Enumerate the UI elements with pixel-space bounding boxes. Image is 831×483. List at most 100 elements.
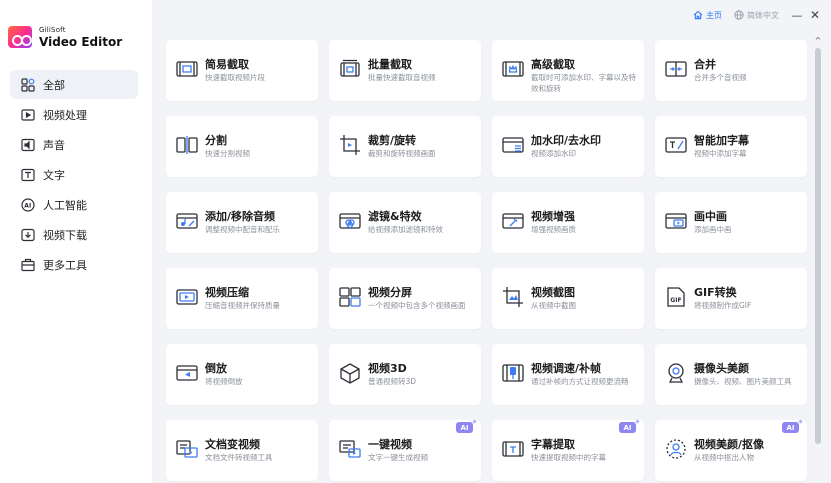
ai-badge: AI [619, 422, 636, 433]
card-desc: 添加画中画 [694, 225, 732, 234]
card-title: 视频美颜/抠像 [694, 438, 765, 451]
sidebar-item-label: 人工智能 [43, 198, 87, 212]
card-title: 分割 [205, 134, 227, 147]
tool-card-webcam-beauty[interactable]: 摄像头美颜 摄像头、视频、图片美颜工具 [655, 344, 807, 405]
scrollbar-thumb[interactable] [815, 48, 821, 444]
tool-card-audio[interactable]: 添加/移除音频 调整视频中配音和配乐 [166, 192, 318, 253]
split-screen-icon [338, 285, 362, 309]
tool-card-merge[interactable]: 合并 合并多个音视频 [655, 40, 807, 101]
card-title: 视频增强 [531, 210, 575, 223]
tool-card-split[interactable]: 分割 快速分割视频 [166, 116, 318, 177]
title-bar: 主页 简体中文 — ✕ [693, 6, 823, 24]
card-title: GIF转换 [694, 286, 737, 299]
tool-card-video-beauty-matting[interactable]: AI 视频美颜/抠像 从视频中抠出人物 [655, 420, 807, 481]
sidebar-item-label: 视频处理 [43, 108, 87, 122]
minimize-button[interactable]: — [789, 7, 805, 23]
text-to-video-icon [338, 437, 362, 461]
merge-icon [664, 57, 688, 81]
tool-card-screenshot[interactable]: 视频截图 从视频中截图 [492, 268, 644, 329]
ai-badge: AI [782, 422, 799, 433]
close-button[interactable]: ✕ [807, 7, 823, 23]
card-title: 视频截图 [531, 286, 575, 299]
text-icon [20, 167, 35, 182]
card-title: 文档变视频 [205, 438, 260, 451]
sidebar-item-label: 声音 [43, 138, 65, 152]
card-title: 合并 [694, 58, 716, 71]
tool-card-3d[interactable]: 视频3D 普通视频转3D [329, 344, 481, 405]
tool-card-smart-subtitles[interactable]: 智能加字幕 视频中添加字幕 [655, 116, 807, 177]
tool-card-pip[interactable]: 画中画 添加画中画 [655, 192, 807, 253]
sidebar-item-label: 全部 [43, 78, 65, 92]
tool-card-enhance[interactable]: 视频增强 增强视频画质 [492, 192, 644, 253]
sidebar-item-sound[interactable]: 声音 [10, 130, 138, 159]
audio-edit-icon [175, 209, 199, 233]
sidebar-item-video-processing[interactable]: 视频处理 [10, 100, 138, 129]
tool-card-one-click-video[interactable]: AI 一键视频 文字一键生成视频 [329, 420, 481, 481]
toolbox-icon [20, 257, 35, 272]
tool-card-speed[interactable]: 视频调速/补帧 通过补帧的方式让视频更流畅 [492, 344, 644, 405]
tool-card-crop-rotate[interactable]: 裁剪/旋转 裁剪和旋转视频画面 [329, 116, 481, 177]
tool-card-subtitle-extract[interactable]: AI 字幕提取 快速提取视频中的字幕 [492, 420, 644, 481]
reverse-icon [175, 361, 199, 385]
card-title: 摄像头美颜 [694, 362, 749, 375]
minimize-icon: — [791, 8, 803, 22]
tool-card-reverse[interactable]: 倒放 将视频倒放 [166, 344, 318, 405]
tool-card-simple-cut[interactable]: 简易截取 快速截取视频片段 [166, 40, 318, 101]
sidebar: GiliSoft Video Editor 全部 视频处理 声音 文字 AI 人… [0, 0, 152, 483]
card-title: 添加/移除音频 [205, 210, 276, 223]
language-selector[interactable]: 简体中文 [734, 10, 779, 21]
tool-card-compress[interactable]: 视频压缩 压缩音视频并保持质量 [166, 268, 318, 329]
card-desc: 压缩音视频并保持质量 [205, 301, 280, 310]
card-desc: 快速分割视频 [205, 149, 250, 158]
svg-text:AI: AI [24, 202, 31, 209]
card-desc: 合并多个音视频 [694, 73, 747, 82]
card-desc: 文档文件转视频工具 [205, 453, 273, 462]
sidebar-item-label: 更多工具 [43, 258, 87, 272]
download-icon [20, 227, 35, 242]
watermark-icon [501, 133, 525, 157]
split-icon [175, 133, 199, 157]
tool-card-doc-to-video[interactable]: 文档变视频 文档文件转视频工具 [166, 420, 318, 481]
card-desc: 普通视频转3D [368, 377, 417, 386]
speed-icon [501, 361, 525, 385]
ai-icon: AI [20, 197, 35, 212]
card-title: 倒放 [205, 362, 227, 375]
card-title: 视频调速/补帧 [531, 362, 602, 375]
sidebar-item-more-tools[interactable]: 更多工具 [10, 250, 138, 279]
card-title: 批量截取 [368, 58, 412, 71]
sidebar-item-label: 文字 [43, 168, 65, 182]
card-desc: 快速截取视频片段 [205, 73, 265, 82]
card-title: 高级截取 [531, 58, 575, 71]
video-play-icon [20, 107, 35, 122]
picture-in-picture-icon [664, 209, 688, 233]
home-link[interactable]: 主页 [693, 10, 722, 21]
globe-icon [734, 10, 744, 20]
tool-card-advanced-cut[interactable]: 高级截取 截取时可添加水印、字幕以及特效和旋转 [492, 40, 644, 101]
card-desc: 文字一键生成视频 [368, 453, 428, 462]
card-desc: 裁剪和旋转视频画面 [368, 149, 436, 158]
sidebar-item-download[interactable]: 视频下载 [10, 220, 138, 249]
tool-card-batch-cut[interactable]: 批量截取 批量快速截取音视频 [329, 40, 481, 101]
gif-icon: GIF [664, 285, 688, 309]
batch-film-icon [338, 57, 362, 81]
tool-card-gif[interactable]: GIF GIF转换 将视频制作成GIF [655, 268, 807, 329]
tool-card-filters-effects[interactable]: 滤镜&特效 给视频添加滤镜和特效 [329, 192, 481, 253]
tool-card-watermark[interactable]: 加水印/去水印 视频添加水印 [492, 116, 644, 177]
tool-card-split-screen[interactable]: 视频分屏 一个视频中包含多个视频画面 [329, 268, 481, 329]
card-desc: 视频中添加字幕 [694, 149, 747, 158]
card-title: 一键视频 [368, 438, 412, 451]
sidebar-nav: 全部 视频处理 声音 文字 AI 人工智能 视频下载 更多工具 [10, 70, 138, 280]
subtitle-extract-icon [501, 437, 525, 461]
vertical-scrollbar[interactable]: ^ [813, 36, 823, 483]
app-logo: GiliSoft Video Editor [8, 26, 122, 48]
sidebar-item-ai[interactable]: AI 人工智能 [10, 190, 138, 219]
portrait-matting-icon [664, 437, 688, 461]
logo-icon [8, 26, 32, 48]
card-title: 画中画 [694, 210, 727, 223]
card-desc: 将视频倒放 [205, 377, 243, 386]
sidebar-item-text[interactable]: 文字 [10, 160, 138, 189]
crown-film-icon [501, 57, 525, 81]
card-desc: 从视频中截图 [531, 301, 576, 310]
sidebar-item-all[interactable]: 全部 [10, 70, 138, 99]
scroll-up-icon[interactable]: ^ [813, 36, 823, 46]
